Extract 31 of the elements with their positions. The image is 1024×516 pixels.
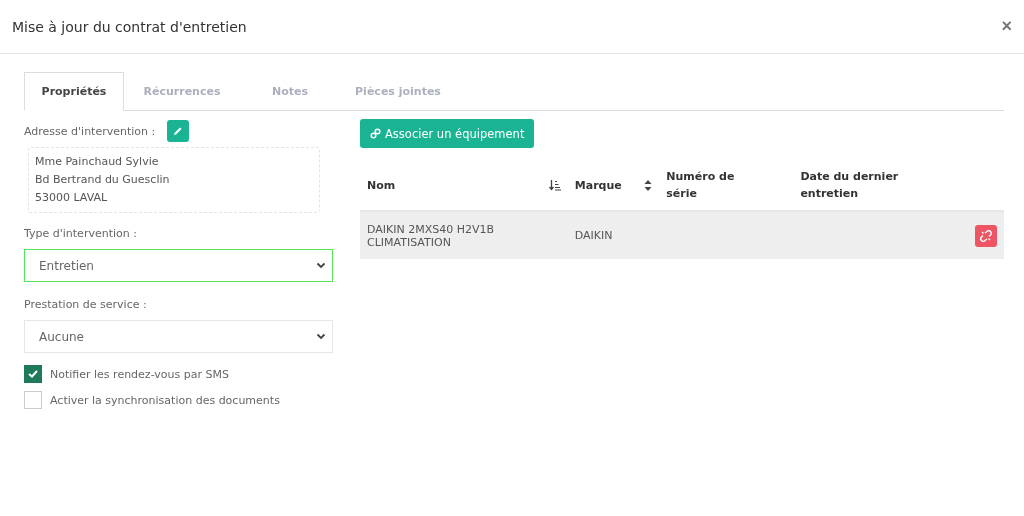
edit-button[interactable]: [167, 120, 190, 142]
service-select[interactable]: Aucune: [24, 320, 333, 353]
broken-link-icon: [980, 229, 992, 242]
checkbox-label: Notifier les rendez-vous par SMS: [50, 367, 229, 381]
table-cell: DAIKIN 2MXS40 H2V1B CLIMATISATION: [367, 222, 495, 249]
close-button[interactable]: ×: [997, 16, 1016, 37]
pencil-icon: [173, 126, 184, 136]
column-header: Marque: [574, 178, 622, 192]
column-header: Nom: [367, 178, 396, 192]
table-cell: DAIKIN: [574, 229, 613, 242]
sort-icon[interactable]: [644, 179, 653, 191]
window-title: Mise à jour du contrat d'entretien: [12, 18, 247, 35]
tab[interactable]: Propriétés: [24, 72, 124, 111]
field-label: Adresse d'intervention :: [24, 124, 156, 138]
field-label: Prestation de service :: [24, 298, 148, 311]
link-icon: [370, 128, 381, 139]
column-header: Numéro de série: [666, 169, 736, 202]
sort-ascending-icon[interactable]: [548, 179, 561, 191]
check-icon: [28, 370, 38, 378]
checkbox-label: Activer la synchronisation des documents: [50, 393, 280, 407]
address-line: Bd Bertrand du Guesclin: [35, 172, 171, 188]
chevron-icon: [316, 262, 326, 269]
associate-button[interactable]: Associer un équipement: [360, 119, 535, 148]
field-label: Type d'intervention :: [24, 227, 138, 240]
address-line: Mme Painchaud Sylvie: [35, 154, 160, 170]
unlink-button[interactable]: [975, 224, 997, 247]
chevron-icon: [316, 333, 326, 340]
column-header: Date du dernier entretien: [800, 169, 900, 202]
type-select[interactable]: Entretien: [24, 249, 333, 282]
address-line: 53000 LAVAL: [35, 190, 109, 206]
checkbox[interactable]: [24, 365, 42, 383]
